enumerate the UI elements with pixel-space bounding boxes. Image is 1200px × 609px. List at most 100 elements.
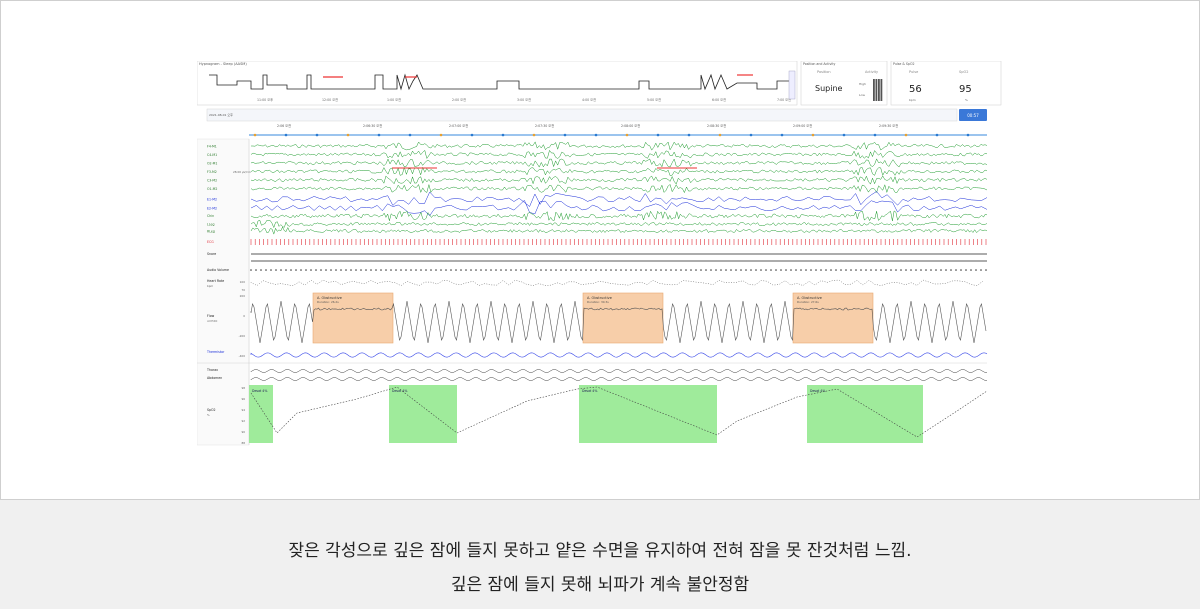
- audio-point: [975, 269, 977, 271]
- audio-point: [505, 269, 507, 271]
- audio-point: [470, 269, 472, 271]
- audio-point: [355, 269, 357, 271]
- thermistor-label: Thermistor: [206, 350, 225, 354]
- audio-point: [680, 269, 682, 271]
- audio-point: [565, 269, 567, 271]
- audio-point: [920, 269, 922, 271]
- heart-rate-unit: bpm: [207, 284, 214, 288]
- audio-point: [490, 269, 492, 271]
- audio-point: [330, 269, 332, 271]
- audio-point: [795, 269, 797, 271]
- snore-label: Snore: [207, 252, 216, 256]
- audio-point: [500, 269, 502, 271]
- audio-point: [980, 269, 982, 271]
- spo2-tick: 94: [241, 408, 245, 412]
- audio-point: [350, 269, 352, 271]
- audio-point: [375, 269, 377, 271]
- hypnogram-time-label: 1:00 오전: [387, 97, 401, 102]
- audio-point: [660, 269, 662, 271]
- audio-point: [460, 269, 462, 271]
- audio-point: [675, 269, 677, 271]
- audio-point: [515, 269, 517, 271]
- flow-label: Flow: [207, 314, 215, 318]
- audio-point: [725, 269, 727, 271]
- audio-point: [510, 269, 512, 271]
- timeline-tick: 2:09:00 오전: [793, 123, 812, 128]
- audio-point: [785, 269, 787, 271]
- audio-point: [860, 269, 862, 271]
- epoch-marker: [346, 133, 350, 137]
- audio-point: [905, 269, 907, 271]
- audio-point: [665, 269, 667, 271]
- audio-point: [650, 269, 652, 271]
- timeline-tick: 2:08:30 오전: [707, 123, 726, 128]
- eeg-scale: 28.00 µV/cm: [233, 170, 251, 174]
- audio-point: [570, 269, 572, 271]
- hr-tick: 100: [240, 280, 246, 284]
- eeg-trace: [250, 166, 988, 176]
- audio-point: [805, 269, 807, 271]
- audio-point: [345, 269, 347, 271]
- audio-point: [635, 269, 637, 271]
- timeline-tick: 2:07:00 오전: [449, 123, 468, 128]
- audio-point: [955, 269, 957, 271]
- audio-point: [255, 269, 257, 271]
- epoch-marker: [656, 133, 660, 137]
- flow-tick: 200: [240, 294, 246, 298]
- audio-point: [670, 269, 672, 271]
- audio-point: [275, 269, 277, 271]
- audio-point: [440, 269, 442, 271]
- audio-point: [715, 269, 717, 271]
- audio-point: [285, 269, 287, 271]
- audio-point: [760, 269, 762, 271]
- eog-trace: [250, 199, 988, 216]
- audio-point: [530, 269, 532, 271]
- audio-point: [400, 269, 402, 271]
- audio-point: [985, 269, 987, 271]
- audio-point: [965, 269, 967, 271]
- spo2-channel-label: SpO2: [207, 408, 216, 412]
- audio-point: [655, 269, 657, 271]
- audio-label: Audio Volume: [207, 268, 229, 272]
- desat-block: [389, 385, 457, 443]
- caption-line-2: 깊은 잠에 들지 못해 뇌파가 계속 불안정함: [450, 575, 750, 595]
- chin-trace: [250, 210, 988, 222]
- audio-point: [815, 269, 817, 271]
- audio-point: [370, 269, 372, 271]
- effort-trace: [250, 369, 988, 373]
- audio-point: [580, 269, 582, 271]
- audio-point: [695, 269, 697, 271]
- leg-label: LLeg: [207, 223, 214, 227]
- epoch-marker: [532, 133, 536, 137]
- epoch-marker: [377, 133, 381, 137]
- audio-point: [550, 269, 552, 271]
- hr-tick: 70: [241, 288, 245, 292]
- audio-point: [705, 269, 707, 271]
- audio-point: [435, 269, 437, 271]
- timeline-tick: 2:06:30 오전: [363, 123, 382, 128]
- audio-point: [540, 269, 542, 271]
- pulse-label: Pulse: [909, 70, 918, 74]
- audio-point: [575, 269, 577, 271]
- audio-point: [415, 269, 417, 271]
- audio-point: [945, 269, 947, 271]
- audio-point: [290, 269, 292, 271]
- epoch-marker: [470, 133, 474, 137]
- activity-bar: [873, 79, 875, 101]
- position-label: Position: [817, 70, 831, 74]
- audio-point: [645, 269, 647, 271]
- heart-rate-trace: [250, 279, 984, 286]
- ecg-label: ECG: [207, 240, 214, 244]
- activity-bar: [878, 79, 880, 101]
- hypnogram-time-label: 5:00 오전: [647, 97, 661, 102]
- audio-point: [605, 269, 607, 271]
- epoch-marker: [501, 133, 505, 137]
- caption: 잦은 각성으로 깊은 잠에 들지 못하고 얕은 수면을 유지하여 전혀 잠을 못…: [0, 500, 1200, 609]
- eog-channel-label: E1-M2: [207, 198, 217, 202]
- epoch-marker: [749, 133, 753, 137]
- eeg-channel-label: C4-M1: [207, 153, 217, 157]
- timeline-button-label: 00:57: [967, 113, 979, 118]
- desat-block: [579, 385, 717, 443]
- flow-tick: -400: [239, 354, 246, 358]
- hypnogram-scroll[interactable]: [788, 70, 796, 100]
